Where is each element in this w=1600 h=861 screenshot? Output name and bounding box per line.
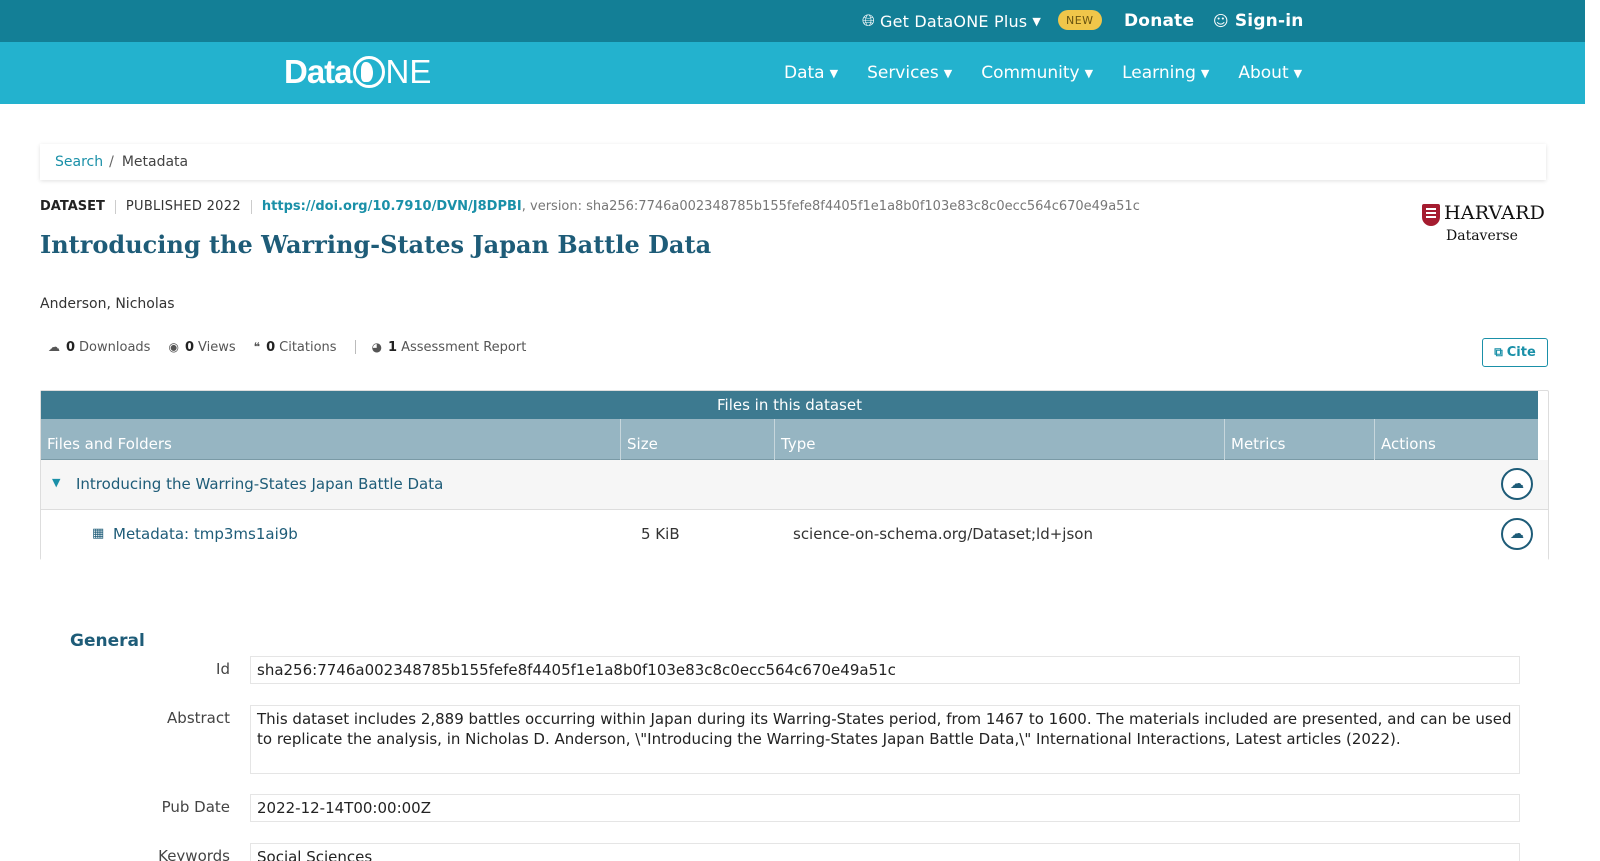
views-count: 0 [184,339,194,355]
table-row-folder[interactable]: ▼ Introducing the Warring-States Japan B… [41,460,1548,510]
chevron-down-icon: ▼ [943,66,953,80]
chevron-down-icon: ▼ [1200,66,1210,80]
divider [114,199,116,214]
chevron-down-icon: ▼ [1032,14,1042,28]
cloud-download-icon: ☁ [1510,476,1524,492]
keywords-value: Social Sciences [250,843,1520,861]
nav-learning-label: Learning [1122,63,1196,83]
files-table-title: Files in this dataset [41,391,1538,419]
copy-icon: ⧉ [1494,345,1503,359]
nav-services[interactable]: Services ▼ [867,63,952,83]
header-size: Size [621,419,775,460]
eye-icon: ◉ [168,340,179,354]
nav-community-label: Community [981,63,1080,83]
cloud-download-icon: ☁ [1510,526,1524,542]
downloads-count: 0 [66,339,76,355]
version-text: , version: sha256:7746a002348785b155fefe… [521,199,1140,214]
pub-date-value: 2022-12-14T00:00:00Z [250,794,1520,822]
abstract-value: This dataset includes 2,889 battles occu… [250,705,1520,774]
downloads-metric[interactable]: ☁ 0 Downloads [48,340,150,355]
header-files-and-folders: Files and Folders [41,419,621,460]
nav-learning[interactable]: Learning ▼ [1122,63,1209,83]
nav-data-label: Data [784,63,825,83]
published-year: PUBLISHED 2022 [125,199,241,214]
assessment-count: 1 [388,339,398,355]
breadcrumb-search-link[interactable]: Search [55,154,103,170]
sign-in-label: Sign-in [1234,11,1304,31]
cite-label: Cite [1506,345,1536,360]
table-icon: ▦ [92,526,105,541]
metrics-divider [354,340,356,354]
main-navbar: Data NE Data ▼ Services ▼ Community ▼ Learni… [0,42,1585,104]
cloud-download-icon: ☁ [48,340,60,354]
dashboard-icon: ◕ [371,340,383,354]
get-dataone-plus-menu[interactable]: 🌐︎ Get DataONE Plus ▼ [862,0,1041,42]
views-metric[interactable]: ◉ 0 Views [168,340,235,355]
nav-about[interactable]: About ▼ [1238,63,1302,83]
header-actions: Actions [1381,435,1436,453]
nav-about-label: About [1238,63,1289,83]
citations-metric[interactable]: ❝ 0 Citations [254,340,337,355]
breadcrumb-current: Metadata [121,154,189,170]
files-table: Files in this dataset Files and Folders … [40,390,1549,560]
pub-date-label: Pub Date [161,798,230,816]
header-metrics: Metrics [1225,419,1375,460]
dataone-logo[interactable]: Data NE [284,52,431,92]
quote-icon: ❝ [253,340,261,354]
file-size: 5 KiB [641,525,680,543]
repository-name: HARVARD [1444,202,1546,224]
logo-globe-icon [352,56,385,88]
id-label: Id [216,660,230,678]
file-name[interactable]: Metadata: tmp3ms1ai9b [113,525,298,543]
table-row-file[interactable]: ▦ Metadata: tmp3ms1ai9b 5 KiB science-on… [41,510,1548,560]
abstract-label: Abstract [167,709,230,727]
dataset-meta-line: DATASET PUBLISHED 2022 https://doi.org/1… [40,199,1140,214]
new-badge: NEW [1058,10,1102,30]
top-utility-bar: 🌐︎ Get DataONE Plus ▼ NEW Donate ☺ Sign-… [0,0,1585,42]
dataset-type: DATASET [40,199,105,214]
header-type: Type [775,419,1225,460]
doi-link[interactable]: https://doi.org/10.7910/DVN/J8DPBI [262,199,522,214]
get-dataone-plus-label: Get DataONE Plus [880,11,1028,31]
files-table-header: Files and Folders Size Type Metrics Acti… [41,419,1538,460]
folder-name[interactable]: Introducing the Warring-States Japan Bat… [76,475,443,493]
nav-menu: Data ▼ Services ▼ Community ▼ Learning ▼ Abo… [784,42,1331,104]
breadcrumb-separator: / [109,154,114,170]
caret-down-icon[interactable]: ▼ [52,476,60,489]
download-file-button[interactable]: ☁ [1501,518,1533,550]
user-icon: ☺ [1213,12,1229,30]
author-name[interactable]: Anderson, Nicholas [40,296,175,312]
download-folder-button[interactable]: ☁ [1501,468,1533,500]
nav-data[interactable]: Data ▼ [784,63,838,83]
id-value: sha256:7746a002348785b155fefe8f4405f1e1a… [250,656,1520,684]
page-title: Introducing the Warring-States Japan Bat… [40,230,712,259]
harvard-dataverse-logo[interactable]: HARVARD Dataverse [1422,202,1548,246]
citations-label: Citations [279,339,337,355]
chevron-down-icon: ▼ [1293,66,1303,80]
chevron-down-icon: ▼ [829,66,839,80]
breadcrumb: Search / Metadata [40,144,1546,180]
donate-link[interactable]: Donate [1124,0,1194,42]
downloads-label: Downloads [79,339,151,355]
metrics-bar: ☁ 0 Downloads ◉ 0 Views ❝ 0 Citations ◕ … [48,337,544,357]
globe-icon: 🌐︎ [862,11,876,30]
views-label: Views [197,339,236,355]
chevron-down-icon: ▼ [1084,66,1094,80]
citations-count: 0 [266,339,276,355]
file-type: science-on-schema.org/Dataset;ld+json [793,525,1093,543]
keywords-label: Keywords [158,847,230,861]
general-heading: General [70,631,145,651]
logo-text: Data [284,53,353,90]
nav-community[interactable]: Community ▼ [981,63,1093,83]
harvard-shield-icon [1422,204,1440,226]
repository-sub: Dataverse [1446,228,1518,244]
logo-text-thin: NE [385,53,432,90]
assessment-label: Assessment Report [401,339,527,355]
nav-services-label: Services [867,63,939,83]
cite-button[interactable]: ⧉ Cite [1482,338,1548,367]
assessment-metric[interactable]: ◕ 1 Assessment Report [372,340,527,355]
divider [250,199,252,214]
sign-in-link[interactable]: ☺ Sign-in [1213,0,1304,42]
